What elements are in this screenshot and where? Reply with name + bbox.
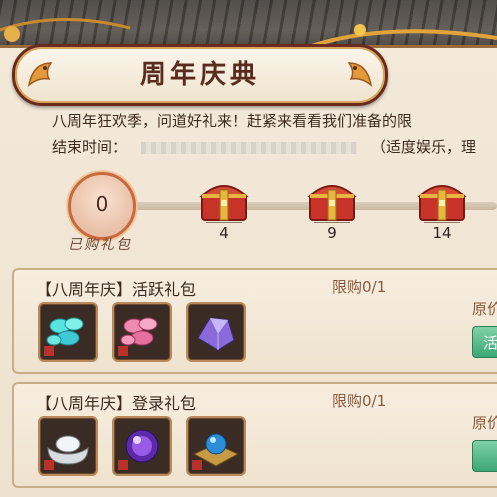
buy-button[interactable] [472,440,497,472]
event-end-time: 结束时间： （适度娱乐，理 [52,136,476,157]
purple-crystal-icon [197,317,235,351]
gift-title: 【八周年庆】登录礼包 [36,394,197,413]
gift-item-slot[interactable] [186,416,246,476]
end-time-label: 结束时间： [52,138,128,156]
event-description: 八周年狂欢季，问道好礼来！赶紧来看看我们准备的限 [52,112,413,130]
treasure-chest-icon[interactable] [416,176,468,222]
gift-card-active: 【八周年庆】活跃礼包 限购0/1 原价 活 [12,268,497,374]
purchased-count: 0 [95,192,109,216]
milestone-label: 4 [219,224,229,242]
page-title: 周年庆典 [139,60,260,90]
gift-item-slot[interactable] [112,416,172,476]
silver-ingot-icon [44,435,89,470]
redacted-time [141,141,358,154]
purple-orb-icon [118,429,159,470]
cyan-gems-icon [44,317,84,356]
pink-gems-icon [118,317,158,356]
blue-orb-board-icon [192,433,240,470]
purchase-limit: 限购0/1 [332,392,387,410]
milestone-divider [424,222,460,223]
original-price-label: 原价 [472,300,497,318]
moderation-note: （适度娱乐，理 [371,138,477,156]
milestone-divider [206,222,242,223]
original-price-label: 原价 [472,414,497,432]
koi-fish-right-icon [347,62,373,87]
purchase-limit: 限购0/1 [332,278,387,296]
gift-card-login: 【八周年庆】登录礼包 限购0/1 原价 [12,382,497,488]
milestone-label: 14 [432,224,452,242]
gift-title: 【八周年庆】活跃礼包 [36,280,197,299]
treasure-chest-icon[interactable] [306,176,358,222]
title-plaque: 周年庆典 [12,44,388,106]
gift-item-slot[interactable] [186,302,246,362]
gift-item-slot[interactable] [112,302,172,362]
treasure-chest-icon[interactable] [198,176,250,222]
purchased-count-badge: 0 [68,172,136,240]
milestone-label: 9 [327,224,337,242]
purchased-label: 已购礼包 [68,237,132,253]
buy-button[interactable]: 活 [472,326,497,358]
gift-item-slot[interactable] [38,302,98,362]
gift-item-slot[interactable] [38,416,98,476]
milestone-divider [314,222,350,223]
